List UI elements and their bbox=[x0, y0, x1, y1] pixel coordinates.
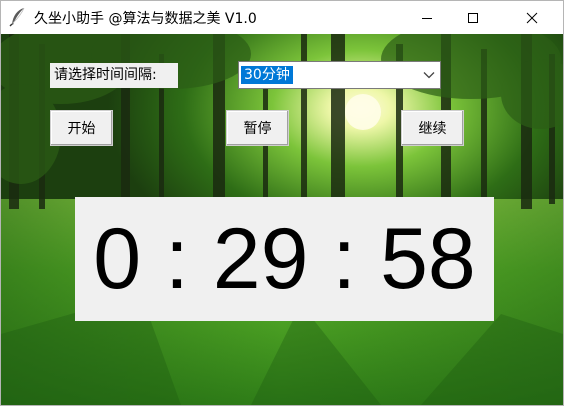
countdown-display: 0 : 29 : 58 bbox=[93, 211, 476, 307]
feather-icon bbox=[9, 7, 25, 27]
interval-select[interactable]: 30分钟 bbox=[238, 61, 441, 89]
start-button[interactable]: 开始 bbox=[50, 110, 113, 146]
close-icon bbox=[526, 12, 538, 23]
pause-button[interactable]: 暂停 bbox=[226, 110, 289, 146]
maximize-button[interactable] bbox=[450, 1, 496, 34]
minimize-icon bbox=[422, 17, 432, 19]
chevron-down-icon[interactable] bbox=[423, 71, 435, 79]
continue-button[interactable]: 继续 bbox=[401, 110, 464, 146]
interval-label: 请选择时间间隔: bbox=[50, 63, 178, 88]
close-button[interactable] bbox=[509, 1, 555, 34]
app-window: 久坐小助手 @算法与数据之美 V1.0 请选择时间间隔: 30分钟 开始 暂停 … bbox=[0, 0, 564, 406]
client-area: 请选择时间间隔: 30分钟 开始 暂停 继续 0 : 29 : 58 bbox=[1, 34, 563, 405]
window-title: 久坐小助手 @算法与数据之美 V1.0 bbox=[34, 11, 257, 27]
title-bar[interactable]: 久坐小助手 @算法与数据之美 V1.0 bbox=[1, 1, 563, 34]
minimize-button[interactable] bbox=[404, 1, 450, 34]
maximize-icon bbox=[468, 12, 478, 23]
countdown-panel: 0 : 29 : 58 bbox=[75, 197, 494, 321]
interval-selected-value: 30分钟 bbox=[241, 66, 293, 84]
